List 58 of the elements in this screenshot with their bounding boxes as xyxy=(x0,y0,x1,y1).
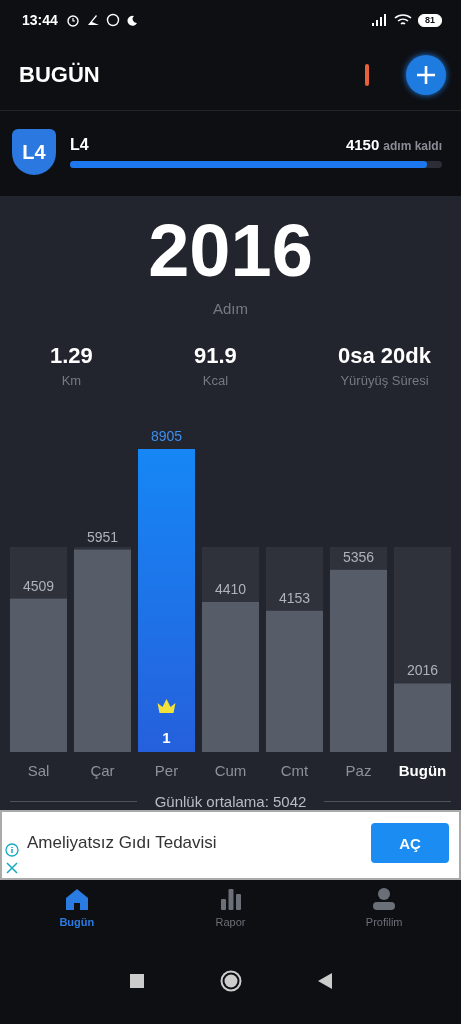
stat-label: Yürüyüş Süresi xyxy=(340,373,429,388)
day-label: Cmt xyxy=(279,762,310,779)
steps-remaining: 4150 xyxy=(345,136,380,153)
moon-icon xyxy=(125,14,138,26)
home-icon xyxy=(64,888,89,910)
nav-tab[interactable]: Bugün xyxy=(0,880,154,938)
bar[interactable] xyxy=(138,449,195,752)
day-label: Bugün xyxy=(397,762,448,779)
bar[interactable] xyxy=(330,569,387,752)
bar-value: 4153 xyxy=(278,589,311,606)
bar[interactable] xyxy=(266,610,323,752)
bar-value: 8905 xyxy=(150,428,183,444)
nav-tab[interactable]: Rapor xyxy=(153,880,308,938)
wifi-icon xyxy=(394,13,412,27)
day-label: Sal xyxy=(26,762,51,779)
step-count: 2016 xyxy=(148,208,313,294)
ad-text: Ameliyatsız Gıdı Tedavisi xyxy=(27,833,218,853)
day-label: Çar xyxy=(89,762,116,779)
steps-remaining-unit: adım kaldı xyxy=(383,139,442,153)
stat-label: Kcal xyxy=(202,373,229,388)
bar-chart-icon xyxy=(219,888,242,910)
bar-value: 5951 xyxy=(86,528,119,545)
home-circle-icon[interactable] xyxy=(219,970,242,992)
close-icon[interactable] xyxy=(5,861,19,875)
rank-number: 1 xyxy=(162,729,171,746)
level-name: L4 xyxy=(70,136,90,154)
bar[interactable] xyxy=(74,549,131,752)
bar[interactable] xyxy=(10,598,67,752)
signal-icon xyxy=(372,14,388,26)
status-time: 13:44 xyxy=(22,12,58,28)
plus-icon xyxy=(415,64,437,86)
bar[interactable] xyxy=(394,683,451,752)
bar-value: 2016 xyxy=(406,662,439,679)
level-badge: L4 xyxy=(12,129,56,175)
day-label: Cum xyxy=(213,762,248,779)
stat-value: 0sa 20dk xyxy=(338,343,431,369)
bar-value: 5356 xyxy=(342,548,375,565)
stat-value: 91.9 xyxy=(194,343,237,369)
daily-average: Günlük ortalama: 5042 xyxy=(154,793,307,810)
day-label: Paz xyxy=(344,762,373,779)
bar[interactable] xyxy=(202,601,259,752)
back-icon[interactable] xyxy=(317,973,332,989)
bar-value: 4509 xyxy=(22,577,55,594)
crown-icon xyxy=(157,699,176,713)
add-button[interactable] xyxy=(406,55,446,95)
alarm-icon xyxy=(65,13,80,27)
stat-value: 1.29 xyxy=(50,343,93,369)
info-icon[interactable] xyxy=(5,843,19,857)
battery-indicator: 81 xyxy=(418,13,442,27)
step-label: Adım xyxy=(213,300,248,317)
recents-icon[interactable] xyxy=(129,974,144,988)
nav-tab[interactable]: Profilim xyxy=(307,880,461,938)
open-button[interactable]: AÇ xyxy=(371,823,449,863)
page-title: BUGÜN xyxy=(19,62,101,88)
person-icon xyxy=(372,888,397,910)
day-label: Per xyxy=(153,762,180,779)
bar-value: 4410 xyxy=(214,580,247,597)
stat-label: Km xyxy=(61,373,82,388)
